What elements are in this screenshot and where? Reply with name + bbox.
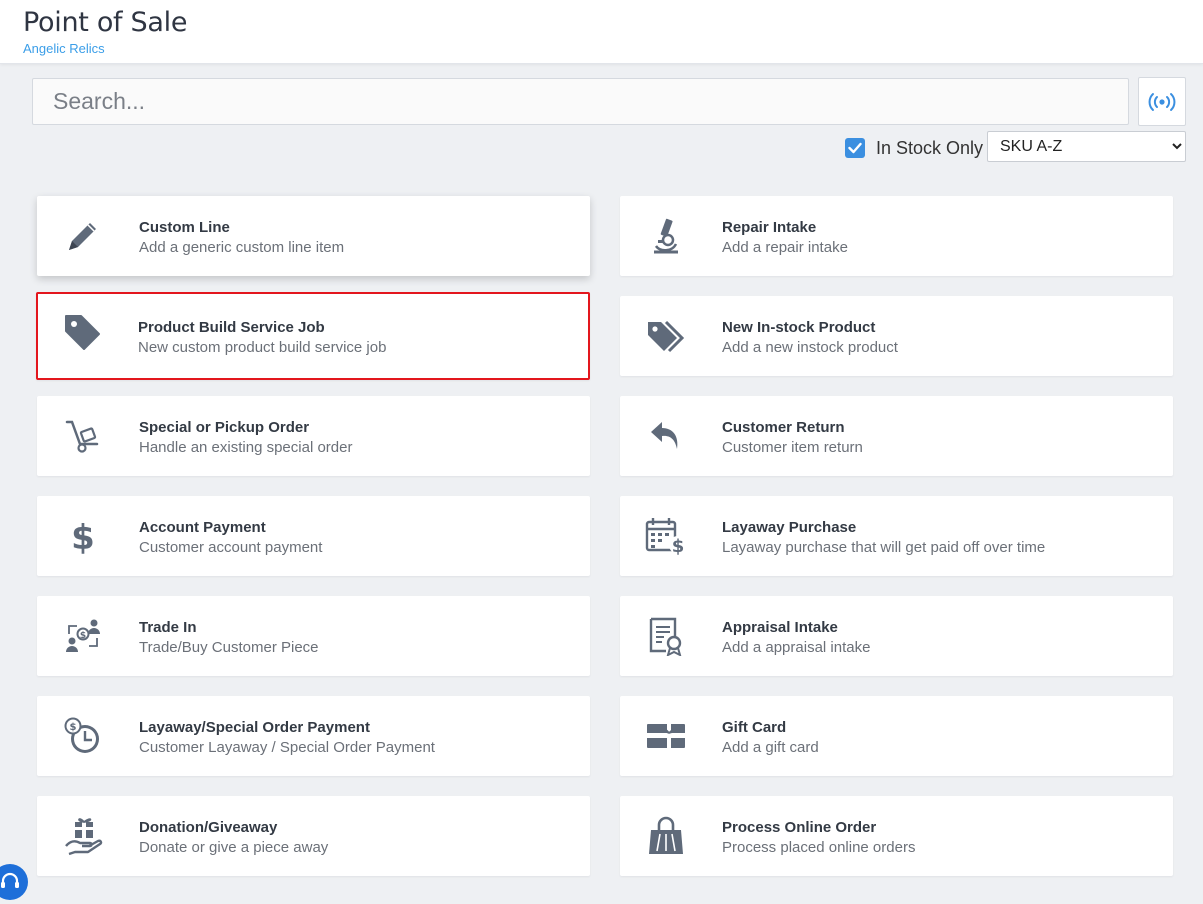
tile-text: Customer Return Customer item return	[722, 418, 863, 458]
tile-gift-card[interactable]: Gift Card Add a gift card	[620, 696, 1173, 776]
svg-text:$: $	[80, 631, 86, 641]
tile-text: Donation/Giveaway Donate or give a piece …	[139, 818, 328, 858]
hand-gift-icon	[61, 814, 105, 858]
svg-text:$: $	[70, 722, 77, 733]
tile-title: Layaway Purchase	[722, 519, 857, 536]
rfid-scan-button[interactable]	[1138, 77, 1186, 126]
tile-subtitle: Trade/Buy Customer Piece	[139, 639, 319, 656]
tile-text: Appraisal Intake Add a appraisal intake	[722, 618, 870, 658]
tile-subtitle: Add a gift card	[722, 739, 819, 756]
tile-title: Trade In	[139, 619, 197, 636]
tile-text: Gift Card Add a gift card	[722, 718, 819, 758]
tile-text: Custom Line Add a generic custom line ite…	[139, 218, 344, 258]
svg-text:$: $	[71, 518, 95, 556]
tile-subtitle: Add a new instock product	[722, 339, 898, 356]
broadcast-icon	[1148, 92, 1176, 111]
tile-text: Product Build Service Job New custom prod…	[138, 318, 386, 358]
tile-product-build-service-job[interactable]: Product Build Service Job New custom prod…	[36, 292, 590, 380]
tile-text: Special or Pickup Order Handle an existin…	[139, 418, 352, 458]
tile-subtitle: Process placed online orders	[722, 839, 916, 856]
certificate-icon	[644, 614, 688, 658]
tile-trade-in[interactable]: $ Trade In Trade/Buy Customer Piece	[37, 596, 590, 676]
tile-subtitle: Customer Layaway / Special Order Payment	[139, 739, 435, 756]
tile-process-online-order[interactable]: Process Online Order Process placed onlin…	[620, 796, 1173, 876]
in-stock-filter: In Stock Only	[845, 133, 983, 163]
tile-text: Layaway/Special Order Payment Customer La…	[139, 718, 435, 758]
tile-title: Layaway/Special Order Payment	[139, 719, 370, 736]
tile-title: Customer Return	[722, 419, 845, 436]
tile-subtitle: Add a generic custom line item	[139, 239, 345, 256]
tile-text: Process Online Order Process placed onlin…	[722, 818, 915, 858]
tile-text: Layaway Purchase Layaway purchase that wi…	[722, 518, 1045, 558]
tag-icon	[60, 310, 104, 354]
in-stock-checkbox[interactable]	[845, 138, 865, 158]
tile-title: Special or Pickup Order	[139, 419, 310, 436]
tile-subtitle: Add a repair intake	[722, 239, 848, 256]
dollar-icon: $	[61, 514, 105, 558]
help-headset-icon	[1, 872, 19, 888]
svg-text:$: $	[672, 536, 685, 556]
tile-appraisal-intake[interactable]: Appraisal Intake Add a appraisal intake	[620, 596, 1173, 676]
tile-subtitle: Layaway purchase that will get paid off …	[722, 539, 1046, 556]
tile-layaway-purchase[interactable]: $ Layaway Purchase Layaway purchase that w…	[620, 496, 1173, 576]
checkmark-icon	[848, 142, 862, 154]
tile-title: Product Build Service Job	[138, 319, 325, 336]
tile-repair-intake[interactable]: Repair Intake Add a repair intake	[620, 196, 1173, 276]
tile-title: New In-stock Product	[722, 319, 876, 336]
tile-donation-giveaway[interactable]: Donation/Giveaway Donate or give a piece …	[37, 796, 590, 876]
tile-text: New In-stock Product Add a new instock pr…	[722, 318, 898, 358]
tile-text: Account Payment Customer account payment	[139, 518, 322, 558]
search-input[interactable]	[32, 78, 1129, 125]
tile-layaway-special-order-payment[interactable]: $ Layaway/Special Order Payment Customer L…	[37, 696, 590, 776]
tile-subtitle: Add a appraisal intake	[722, 639, 871, 656]
header: Point of Sale Angelic Relics	[0, 0, 1203, 64]
tile-title: Repair Intake	[722, 219, 817, 236]
tile-title: Process Online Order	[722, 819, 877, 836]
tile-title: Donation/Giveaway	[139, 819, 278, 836]
tile-account-payment[interactable]: $ Account Payment Customer account payment	[37, 496, 590, 576]
store-name-link[interactable]: Angelic Relics	[23, 41, 105, 56]
help-widget-button[interactable]	[0, 864, 28, 900]
trade-exchange-icon: $	[61, 614, 105, 658]
tile-text: Trade In Trade/Buy Customer Piece	[139, 618, 319, 658]
tile-subtitle: Customer item return	[722, 439, 863, 456]
tile-special-or-pickup-order[interactable]: Special or Pickup Order Handle an existin…	[37, 396, 590, 476]
tile-new-in-stock-product[interactable]: New In-stock Product Add a new instock pr…	[620, 296, 1173, 376]
clock-dollar-icon: $	[61, 714, 105, 758]
shopping-bag-icon	[644, 814, 688, 858]
pencil-icon	[61, 214, 105, 258]
tile-subtitle: Customer account payment	[139, 539, 323, 556]
tile-title: Appraisal Intake	[722, 619, 838, 636]
tile-customer-return[interactable]: Customer Return Customer item return	[620, 396, 1173, 476]
tile-subtitle: New custom product build service job	[138, 339, 387, 356]
gift-card-icon	[644, 714, 688, 758]
tile-subtitle: Handle an existing special order	[139, 439, 353, 456]
tags-icon	[644, 314, 688, 358]
in-stock-label: In Stock Only	[876, 137, 984, 158]
calendar-dollar-icon: $	[644, 514, 688, 558]
tile-custom-line[interactable]: Custom Line Add a generic custom line ite…	[37, 196, 590, 276]
sort-select[interactable]: SKU A-Z	[987, 131, 1186, 162]
page-title: Point of Sale	[23, 7, 188, 38]
microscope-icon	[644, 214, 688, 258]
tile-title: Gift Card	[722, 719, 787, 736]
reply-arrow-icon	[644, 414, 688, 458]
tile-title: Account Payment	[139, 519, 266, 536]
tile-text: Repair Intake Add a repair intake	[722, 218, 848, 258]
tile-subtitle: Donate or give a piece away	[139, 839, 329, 856]
tile-title: Custom Line	[139, 219, 230, 236]
hand-truck-icon	[61, 414, 105, 458]
